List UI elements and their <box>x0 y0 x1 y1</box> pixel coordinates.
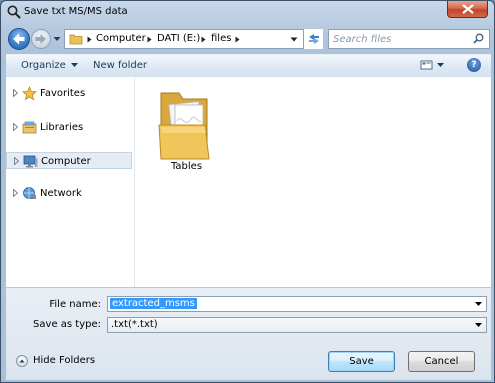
file-name-label: File name: <box>49 299 101 310</box>
sidebar-item-label: Computer <box>41 156 91 167</box>
save-options-panel: File name: extracted_msms Save as type: … <box>6 287 491 380</box>
cancel-button[interactable]: Cancel <box>408 351 475 372</box>
organize-label: Organize <box>21 60 66 71</box>
organize-menu[interactable]: Organize <box>21 60 78 71</box>
folder-icon <box>158 92 210 160</box>
sidebar-item-label: Libraries <box>40 122 84 133</box>
navigation-bar: Computer DATI (E:) files <box>1 25 494 52</box>
search-box[interactable] <box>328 29 490 49</box>
recent-pages-chevron-icon[interactable] <box>53 36 61 42</box>
save-as-type-label: Save as type: <box>33 319 101 330</box>
breadcrumb-separator-icon[interactable] <box>201 36 206 43</box>
sidebar-item-network[interactable]: Network <box>6 185 132 202</box>
new-folder-button[interactable]: New folder <box>93 60 147 71</box>
arrow-left-icon <box>13 33 25 45</box>
magnifier-icon <box>7 5 21 19</box>
save-dialog: Save txt MS/MS data Computer DATI (E:) f… <box>0 0 495 383</box>
expand-arrow-icon[interactable] <box>13 89 18 97</box>
forward-button[interactable] <box>31 29 51 49</box>
search-input[interactable] <box>333 32 468 46</box>
title-bar: Save txt MS/MS data <box>1 1 494 23</box>
breadcrumb-computer[interactable]: Computer <box>96 33 146 44</box>
breadcrumb-separator-icon[interactable] <box>87 36 92 43</box>
search-icon[interactable] <box>473 33 484 44</box>
star-icon <box>22 86 37 101</box>
address-dropdown-icon[interactable] <box>290 37 298 42</box>
expand-arrow-icon[interactable] <box>14 157 19 165</box>
hide-folders-label: Hide Folders <box>33 355 96 366</box>
library-icon <box>22 121 37 134</box>
sidebar-item-label: Network <box>40 188 82 199</box>
refresh-icon <box>309 34 319 44</box>
chevron-down-icon <box>70 63 78 67</box>
content-area: Favorites Libraries Computer Network Tab… <box>6 77 491 287</box>
breadcrumb-separator-icon[interactable] <box>147 36 152 43</box>
arrow-right-icon <box>35 34 46 44</box>
window-title: Save txt MS/MS data <box>24 6 128 17</box>
chevron-down-icon[interactable] <box>475 302 482 306</box>
network-icon <box>23 187 36 199</box>
sidebar-item-favorites[interactable]: Favorites <box>6 85 132 102</box>
file-name-field[interactable]: extracted_msms <box>107 296 487 312</box>
file-name-label: Tables <box>170 161 203 172</box>
sidebar-item-computer[interactable]: Computer <box>6 152 132 169</box>
address-bar[interactable]: Computer DATI (E:) files <box>64 29 323 49</box>
close-button[interactable] <box>447 1 488 18</box>
sidebar-item-label: Favorites <box>40 88 86 99</box>
save-as-type-value: .txt(*.txt) <box>111 319 158 330</box>
list-item[interactable]: Tables <box>149 81 210 172</box>
view-options-button[interactable] <box>420 58 446 75</box>
file-list: Tables <box>135 77 491 287</box>
help-button[interactable]: ? <box>467 58 481 72</box>
save-as-type-select[interactable]: .txt(*.txt) <box>107 317 487 333</box>
computer-icon <box>23 155 38 168</box>
refresh-button[interactable] <box>303 29 323 49</box>
collapse-chevron-icon <box>16 355 28 367</box>
breadcrumb-separator-icon[interactable] <box>235 36 240 43</box>
back-button[interactable] <box>8 28 30 50</box>
breadcrumb-drive[interactable]: DATI (E:) <box>157 33 200 44</box>
navigation-pane: Favorites Libraries Computer Network <box>6 77 135 287</box>
breadcrumb-files[interactable]: files <box>211 33 231 44</box>
sidebar-item-libraries[interactable]: Libraries <box>6 119 132 136</box>
chevron-down-icon[interactable] <box>475 323 482 327</box>
save-button[interactable]: Save <box>328 351 395 372</box>
expand-arrow-icon[interactable] <box>13 189 18 197</box>
command-bar: Organize New folder ? <box>6 54 491 78</box>
file-name-value[interactable]: extracted_msms <box>110 298 197 309</box>
expand-arrow-icon[interactable] <box>13 123 18 131</box>
view-options-icon <box>420 60 444 70</box>
close-icon <box>462 4 474 14</box>
folder-icon <box>69 34 83 45</box>
